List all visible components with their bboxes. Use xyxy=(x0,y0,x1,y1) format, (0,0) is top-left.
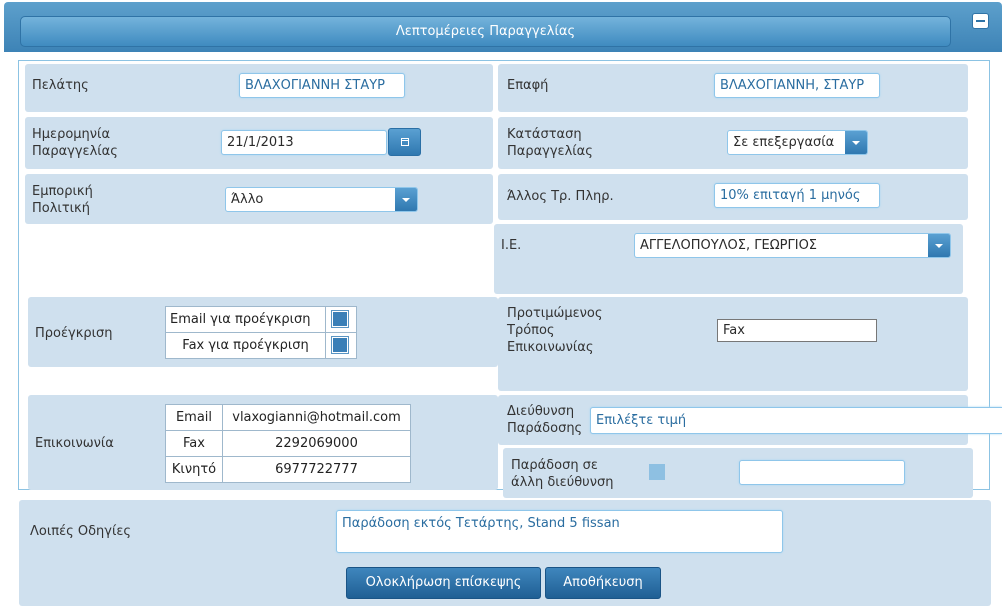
commercial-policy-label-line1: Εμπορική xyxy=(32,184,93,199)
order-status-label-line1: Κατάσταση xyxy=(507,127,582,142)
preapproval-fax-label: Fax για προέγκριση xyxy=(165,332,326,359)
order-date-label-line2: Παραγγελίας xyxy=(32,144,118,159)
preferred-contact-label-line3: Επικοινωνίας xyxy=(507,340,594,355)
collapse-icon[interactable] xyxy=(972,13,989,29)
other-address-label-line2: άλλη διεύθυνση xyxy=(511,475,614,490)
delivery-address-label: Διεύθυνση Παράδοσης xyxy=(507,403,582,437)
chevron-down-icon[interactable] xyxy=(845,131,867,154)
table-row: Κινητό 6977722777 xyxy=(165,456,411,483)
preferred-contact-field[interactable]: Fax xyxy=(717,319,877,342)
commercial-policy-label: Εμπορική Πολιτική xyxy=(32,183,93,217)
preapproval-row: Email για προέγκριση xyxy=(165,306,357,333)
other-address-checkbox[interactable] xyxy=(649,464,665,480)
rep-label: Ι.Ε. xyxy=(501,238,522,253)
notes-label: Λοιπές Οδηγίες xyxy=(30,524,132,539)
other-address-label-line1: Παράδοση σε xyxy=(511,458,598,473)
chevron-down-icon[interactable] xyxy=(928,234,950,257)
order-status-value: Σε επεξεργασία xyxy=(733,135,835,150)
calendar-icon xyxy=(401,138,409,146)
preferred-contact-label-line2: Τρόπος xyxy=(507,323,555,338)
order-date-field[interactable]: 21/1/2013 xyxy=(221,130,387,155)
delivery-address-label-line1: Διεύθυνση xyxy=(507,404,575,419)
other-address-label: Παράδοση σε άλλη διεύθυνση xyxy=(511,457,613,491)
payment-field[interactable]: 10% επιταγή 1 μηνός xyxy=(714,183,880,208)
preferred-contact-label-line1: Προτιμώμενος xyxy=(507,306,603,321)
commercial-policy-label-line2: Πολιτική xyxy=(32,201,90,216)
delivery-address-field[interactable]: Επιλέξτε τιμή xyxy=(590,407,1002,434)
commercial-policy-select[interactable]: Άλλο xyxy=(225,187,418,212)
customer-field[interactable]: ΒΛΑΧΟΓΙΑΝΝΗ ΣΤΑΥΡ xyxy=(239,73,405,98)
order-date-label-line1: Ημερομηνία xyxy=(32,127,111,142)
calendar-button[interactable] xyxy=(388,128,421,156)
table-row: Email vlaxogianni@hotmail.com xyxy=(165,404,411,431)
communication-type: Fax xyxy=(165,430,223,457)
save-button[interactable]: Αποθήκευση xyxy=(545,567,661,599)
contact-field[interactable]: ΒΛΑΧΟΓΙΑΝΝΗ, ΣΤΑΥΡ xyxy=(714,73,880,98)
preapproval-email-label: Email για προέγκριση xyxy=(165,306,326,333)
communication-type: Email xyxy=(165,404,223,431)
page-title: Λεπτομέρειες Παραγγελίας xyxy=(20,16,951,47)
order-status-select[interactable]: Σε επεξεργασία xyxy=(727,130,868,155)
contact-label: Επαφή xyxy=(507,78,549,93)
payment-label: Άλλος Τρ. Πληρ. xyxy=(507,189,614,204)
order-status-label-line2: Παραγγελίας xyxy=(507,144,593,159)
preapproval-table: Email για προέγκριση Fax για προέγκριση xyxy=(165,306,357,359)
communication-value: 2292069000 xyxy=(222,430,411,457)
communication-table: Email vlaxogianni@hotmail.com Fax 229206… xyxy=(165,404,411,483)
other-address-field[interactable] xyxy=(739,460,905,485)
fax-preapproval-checkbox[interactable] xyxy=(332,337,348,353)
email-preapproval-checkbox[interactable] xyxy=(332,311,348,327)
complete-visit-button[interactable]: Ολοκλήρωση επίσκεψης xyxy=(346,567,541,599)
delivery-address-label-line2: Παράδοσης xyxy=(507,421,583,436)
communication-value: vlaxogianni@hotmail.com xyxy=(222,404,411,431)
communication-label: Επικοινωνία xyxy=(35,436,114,451)
order-status-label: Κατάσταση Παραγγελίας xyxy=(507,126,593,160)
customer-label: Πελάτης xyxy=(32,78,89,93)
notes-textarea[interactable]: Παράδοση εκτός Τετάρτης, Stand 5 fissan xyxy=(336,510,783,553)
table-row: Fax 2292069000 xyxy=(165,430,411,457)
communication-value: 6977722777 xyxy=(222,456,411,483)
chevron-down-icon[interactable] xyxy=(395,188,417,211)
communication-type: Κινητό xyxy=(165,456,223,483)
commercial-policy-value: Άλλο xyxy=(231,192,264,207)
order-date-label: Ημερομηνία Παραγγελίας xyxy=(32,126,118,160)
rep-value: ΑΓΓΕΛΟΠΟΥΛΟΣ, ΓΕΩΡΓΙΟΣ xyxy=(640,238,818,253)
rep-select[interactable]: ΑΓΓΕΛΟΠΟΥΛΟΣ, ΓΕΩΡΓΙΟΣ xyxy=(634,233,951,258)
preferred-contact-label: Προτιμώμενος Τρόπος Επικοινωνίας xyxy=(507,305,603,356)
preapproval-label: Προέγκριση xyxy=(35,326,113,341)
preapproval-row: Fax για προέγκριση xyxy=(165,332,357,359)
